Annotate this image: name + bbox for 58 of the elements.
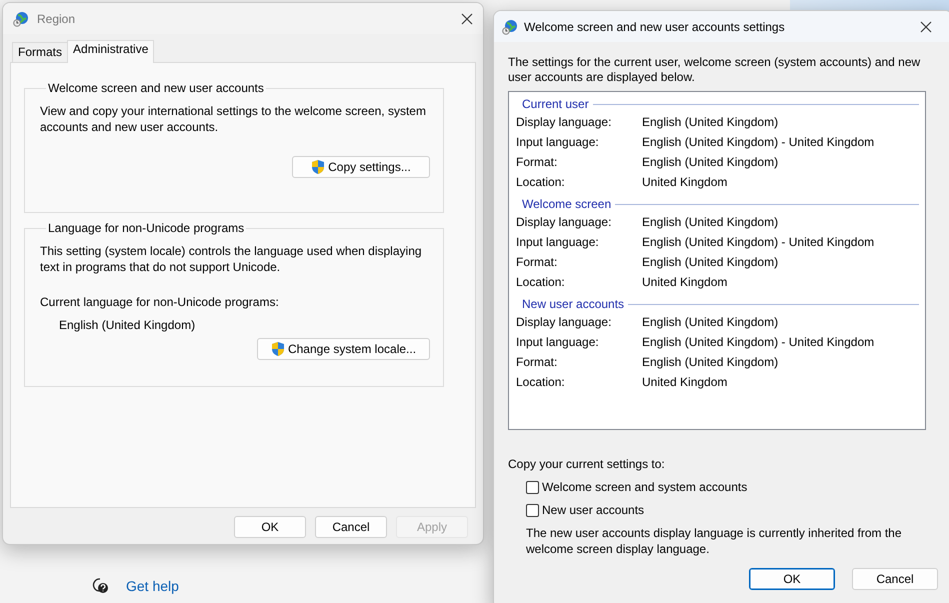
setting-label: Location: — [516, 275, 566, 289]
get-help-link[interactable]: Get help — [126, 578, 179, 594]
copy-settings-button[interactable]: Copy settings... — [292, 156, 430, 178]
copy-label: Copy your current settings to: — [508, 457, 666, 471]
shield-icon — [311, 159, 326, 175]
checkbox-label[interactable]: Welcome screen and system accounts — [542, 480, 748, 494]
setting-value: English (United Kingdom) — [642, 355, 778, 369]
note-text: The new user accounts display language is currently inherited from the welcome screen display language. — [526, 525, 903, 557]
dialog-button[interactable]: OK — [749, 568, 835, 590]
checkbox[interactable] — [526, 504, 539, 516]
group-title: Welcome screen and new user accounts — [47, 81, 265, 95]
intro-text: The settings for the current user, welcome screen (system accounts) and new user accounts are displayed below. — [508, 55, 922, 85]
setting-label: Format: — [516, 255, 558, 269]
current-language-label: Current language for non-Unicode programs: — [40, 295, 280, 309]
setting-label: Location: — [516, 175, 566, 189]
dialog-button[interactable]: Cancel — [852, 568, 938, 590]
setting-value: English (United Kingdom) — [642, 315, 778, 329]
section-title: Current user — [522, 97, 589, 111]
section-title: Welcome screen — [522, 197, 612, 211]
tab[interactable]: Formats — [12, 42, 68, 62]
setting-value: English (United Kingdom) — [642, 155, 778, 169]
setting-label: Location: — [516, 375, 566, 389]
setting-value: English (United Kingdom) - United Kingdom — [642, 235, 874, 249]
current-language-value: English (United Kingdom) — [59, 318, 196, 332]
setting-label: Display language: — [516, 215, 612, 229]
setting-label: Display language: — [516, 115, 612, 129]
group-title: Language for non-Unicode programs — [47, 221, 246, 235]
setting-label: Format: — [516, 355, 558, 369]
setting-label: Input language: — [516, 335, 600, 349]
setting-value: English (United Kingdom) — [642, 115, 778, 129]
dialog-button[interactable]: Cancel — [315, 516, 387, 538]
setting-label: Format: — [516, 155, 558, 169]
globe-icon — [502, 18, 518, 34]
shield-icon — [270, 341, 285, 357]
help-icon — [92, 577, 110, 595]
globe-icon — [13, 10, 29, 26]
checkbox-label[interactable]: New user accounts — [542, 503, 644, 517]
section-title: New user accounts — [522, 297, 624, 311]
setting-value: English (United Kingdom) — [642, 255, 778, 269]
description-text: This setting (system locale) controls the language used when displaying text in programs that do not support Unicode. — [40, 243, 423, 275]
close-icon[interactable] — [461, 12, 473, 24]
window-title: Region — [37, 12, 76, 26]
setting-label: Input language: — [516, 135, 600, 149]
setting-value: United Kingdom — [642, 375, 728, 389]
setting-label: Display language: — [516, 315, 612, 329]
tab[interactable]: Administrative — [67, 40, 154, 63]
setting-value: English (United Kingdom) - United Kingdom — [642, 135, 874, 149]
checkbox[interactable] — [526, 480, 539, 494]
window-title: Welcome screen and new user accounts settings — [524, 20, 786, 34]
description-text: View and copy your international settings to the welcome screen, system accounts and new user accounts. — [40, 103, 427, 135]
setting-value: United Kingdom — [642, 275, 728, 289]
setting-label: Input language: — [516, 235, 600, 249]
setting-value: English (United Kingdom) - United Kingdom — [642, 335, 874, 349]
close-icon[interactable] — [920, 20, 932, 32]
change-locale-button[interactable]: Change system locale... — [257, 338, 430, 360]
setting-value: United Kingdom — [642, 175, 728, 189]
dialog-button[interactable]: OK — [234, 516, 306, 538]
setting-value: English (United Kingdom) — [642, 215, 778, 229]
